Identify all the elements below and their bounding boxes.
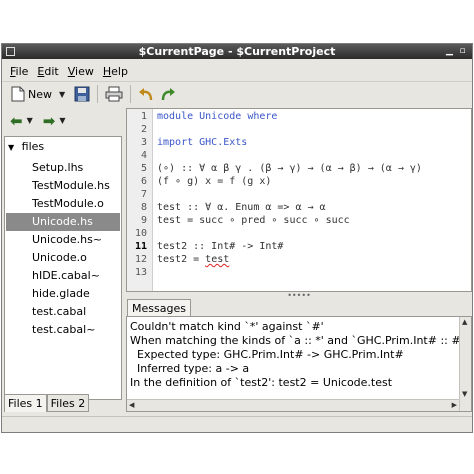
tree-item[interactable]: hIDE.cabal~: [6, 267, 120, 285]
file-nav-bar: ⬅ ▼ ➡ ▼: [4, 108, 122, 133]
forward-arrow-icon[interactable]: ➡: [43, 112, 56, 130]
messages-panel[interactable]: Couldn't match kind `*' against `#' When…: [126, 316, 472, 412]
message-line: In the definition of `test2': test2 = Un…: [130, 376, 393, 389]
code-line: test :: ∀ α. Enum α => α → α: [157, 202, 326, 213]
menu-bar: File Edit View Help: [2, 61, 472, 81]
line-number: 4: [140, 150, 147, 161]
line-number: 6: [140, 176, 147, 187]
toolbar: New ▼: [2, 81, 472, 106]
line-number: 8: [140, 202, 147, 213]
code-line: import GHC.Exts: [157, 137, 248, 148]
window-menu-icon[interactable]: [6, 47, 15, 56]
line-number-current: 11: [134, 241, 147, 252]
print-button[interactable]: [102, 83, 126, 105]
line-number: 3: [140, 137, 147, 148]
tab-files-1[interactable]: Files 1: [4, 394, 47, 412]
tree-item[interactable]: TestModule.hs: [6, 177, 120, 195]
messages-vertical-scrollbar[interactable]: ▲ ▼: [459, 317, 471, 411]
line-number: 5: [140, 163, 147, 174]
close-icon[interactable]: ▫: [457, 46, 468, 57]
new-button[interactable]: New: [8, 83, 55, 105]
toolbar-separator: [130, 85, 132, 103]
tab-messages[interactable]: Messages: [127, 299, 191, 317]
file-tree[interactable]: ▼ files Setup.lhs TestModule.hs TestModu…: [4, 136, 122, 400]
line-number: 13: [134, 267, 147, 278]
menu-edit[interactable]: Edit: [37, 65, 58, 78]
line-number: 10: [134, 228, 147, 239]
menu-file[interactable]: File: [10, 65, 28, 78]
code-line: test = succ ∘ pred ∘ succ ∘ succ: [157, 215, 350, 226]
new-button-label: New: [28, 87, 52, 101]
tab-files-2[interactable]: Files 2: [46, 394, 90, 412]
tree-item[interactable]: Unicode.o: [6, 249, 120, 267]
collapse-triangle-icon[interactable]: ▼: [8, 143, 14, 152]
file-browser-pane: ⬅ ▼ ➡ ▼ ▼ files Setup.lhs TestModule.hs …: [4, 108, 122, 412]
messages-horizontal-scrollbar[interactable]: ◀ ▶: [127, 399, 459, 411]
code-editor[interactable]: 1 2 3 4 5 6 7 8 9 10 11 12 13 module Uni…: [126, 108, 472, 292]
undo-button[interactable]: [135, 83, 157, 105]
scroll-down-icon[interactable]: ▼: [462, 390, 467, 398]
tree-item-selected[interactable]: Unicode.hs: [6, 213, 120, 231]
message-line: Inferred type: a -> a: [130, 362, 250, 375]
file-tabs: Files 1 Files 2: [4, 394, 122, 412]
line-number: 9: [140, 215, 147, 226]
back-dropdown-icon[interactable]: ▼: [27, 116, 33, 125]
save-icon: [74, 86, 90, 102]
forward-dropdown-icon[interactable]: ▼: [59, 116, 65, 125]
code-line: test2 = test: [157, 254, 230, 265]
redo-button[interactable]: [157, 83, 179, 105]
ide-window: $CurrentPage - $CurrentProject ▁ ▫ File …: [1, 43, 473, 433]
code-line-current: test2 :: Int# -> Int#: [157, 241, 284, 252]
tree-root-folder[interactable]: ▼ files: [8, 140, 44, 153]
line-number: 7: [140, 189, 147, 200]
title-bar[interactable]: $CurrentPage - $CurrentProject ▁ ▫: [2, 44, 472, 59]
redo-icon: [161, 88, 176, 101]
tree-item[interactable]: test.cabal: [6, 303, 120, 321]
tree-item[interactable]: TestModule.o: [6, 195, 120, 213]
code-line: (∘) :: ∀ α β γ . (β → γ) → (α → β) → (α …: [157, 163, 422, 174]
code-line: (f ∘ g) x = f (g x): [157, 176, 272, 187]
toolbar-separator: [97, 85, 99, 103]
menu-view[interactable]: View: [68, 65, 94, 78]
line-number: 2: [140, 124, 147, 135]
minimize-icon[interactable]: ▁: [444, 46, 455, 57]
message-line: Couldn't match kind `*' against `#': [130, 320, 324, 333]
line-number: 12: [134, 254, 147, 265]
scroll-up-icon[interactable]: ▲: [462, 318, 467, 326]
code-line: module Unicode where: [157, 111, 278, 122]
tree-root-label: files: [21, 140, 45, 153]
line-number: 1: [140, 111, 147, 122]
undo-icon: [139, 88, 153, 101]
tree-item[interactable]: hide.glade: [6, 285, 120, 303]
line-number-gutter: 1 2 3 4 5 6 7 8 9 10 11 12 13: [127, 109, 153, 291]
window-title: $CurrentPage - $CurrentProject: [138, 45, 336, 58]
status-bar: [2, 416, 472, 432]
scroll-right-icon[interactable]: ▶: [452, 401, 457, 409]
message-line: When matching the kinds of `a :: *' and …: [130, 334, 464, 347]
tree-item[interactable]: Unicode.hs~: [6, 231, 120, 249]
message-line: Expected type: GHC.Prim.Int# -> GHC.Prim…: [130, 348, 404, 361]
error-squiggle[interactable]: test: [205, 254, 229, 265]
printer-icon: [105, 86, 123, 102]
tree-item[interactable]: Setup.lhs: [6, 159, 120, 177]
menu-help[interactable]: Help: [103, 65, 128, 78]
back-arrow-icon[interactable]: ⬅: [10, 112, 23, 130]
new-file-icon: [11, 86, 25, 102]
scroll-left-icon[interactable]: ◀: [129, 401, 134, 409]
tree-item[interactable]: test.cabal~: [6, 321, 120, 339]
new-dropdown-icon[interactable]: ▼: [59, 90, 65, 99]
save-button[interactable]: [71, 83, 93, 105]
